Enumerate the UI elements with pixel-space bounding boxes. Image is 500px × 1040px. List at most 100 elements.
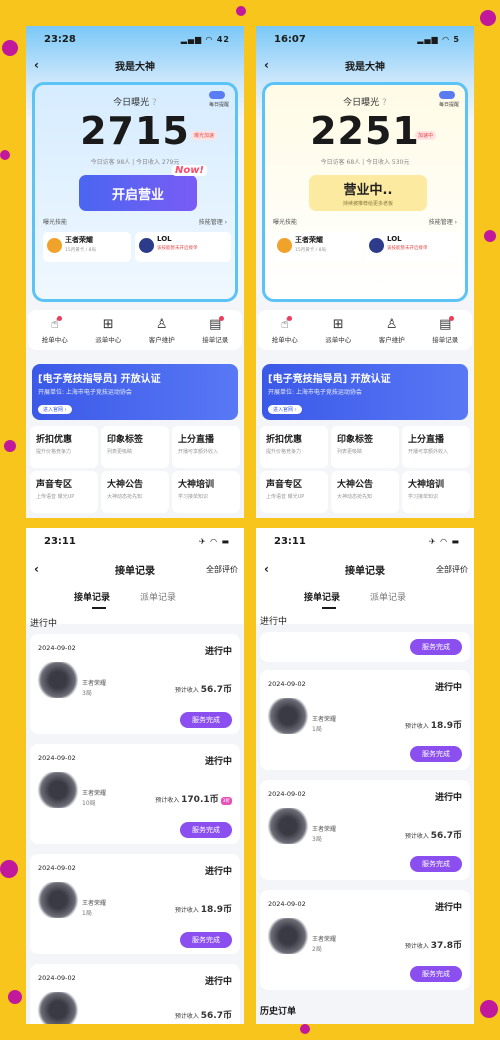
service-sub: 开播可享额外收入 (408, 449, 449, 455)
service-title: 上分直播 (178, 435, 215, 445)
service-complete-button[interactable]: 服务完成 (410, 856, 462, 872)
quick-records[interactable]: ▤ 接单记录 (190, 315, 240, 344)
order-card[interactable]: 服务完成 (260, 632, 470, 662)
order-card[interactable]: 2024-09-02 进行中 王者荣耀 3局 预计收入 56.7币 服务完成 (260, 780, 470, 880)
esports-banner[interactable]: [电子竞技指导员] 开放认证 开展单位: 上海市电子竞技运动协会 进入官网 › (32, 364, 238, 420)
skills-manage-link[interactable]: 技能管理 › (199, 217, 227, 226)
service-complete-button[interactable]: 服务完成 (180, 712, 232, 728)
order-card[interactable]: 2024-09-02 进行中 王者荣耀 3局 预计收入 56.7币 服务完成 (30, 634, 240, 734)
help-icon[interactable]: ? (382, 98, 387, 108)
skill-card-lol[interactable]: LOL 该技能暂未开启接单 (135, 232, 231, 262)
tab-underline (92, 607, 106, 609)
boost-pill[interactable]: 曝光加速 (191, 131, 218, 140)
service-sub: 开播可享额外收入 (178, 449, 219, 455)
banner-title: [电子竞技指导员] 开放认证 (38, 374, 161, 385)
tab-dispatch-records[interactable]: 派单记录 (370, 590, 406, 603)
nav-bar: ‹ 我是大神 (26, 54, 244, 76)
tap-icon: ☝ (51, 315, 62, 332)
income-value: 56.7币 (200, 1011, 232, 1021)
quick-customers[interactable]: ♙ 客户维护 (367, 317, 417, 344)
service-training[interactable]: 大神培训 学习接单知识 (402, 471, 470, 513)
order-status: 进行中 (204, 647, 232, 657)
tap-icon: ☝ (281, 315, 292, 332)
service-complete-button[interactable]: 服务完成 (180, 932, 232, 948)
quick-customers[interactable]: ♙ 客户维护 (137, 317, 187, 344)
esports-banner[interactable]: [电子竞技指导员] 开放认证 开展单位: 上海市电子竞技运动协会 进入官网 › (262, 364, 468, 420)
section-in-progress: 进行中 (30, 619, 58, 629)
record-icon: ▤ (209, 315, 225, 332)
tab-order-records[interactable]: 接单记录 (304, 590, 340, 603)
in-business-sub: 持续被推荐给更多老板 (342, 201, 393, 207)
skills-manage-link[interactable]: 技能管理 › (429, 217, 457, 226)
service-discount[interactable]: 折扣优惠 提升价格竞争力 (30, 426, 98, 468)
tab-dispatch-records[interactable]: 派单记录 (140, 590, 176, 603)
banner-button[interactable]: 进入官网 › (38, 405, 72, 414)
skill-card-lol[interactable]: LOL 该技能暂未开启接单 (365, 232, 461, 262)
service-voice[interactable]: 声音专区 上传语音 曝光UP (260, 471, 328, 513)
service-complete-button[interactable]: 服务完成 (410, 746, 462, 762)
banner-title: [电子竞技指导员] 开放认证 (268, 374, 391, 385)
decor-dot (4, 440, 16, 452)
quick-dispatch[interactable]: ⊞ 派单中心 (83, 317, 133, 344)
order-date: 2024-09-02 (268, 900, 306, 908)
service-live[interactable]: 上分直播开播可享额外收入 (172, 426, 240, 468)
service-sub: 大神动态抢先知 (337, 494, 373, 500)
service-complete-button[interactable]: 服务完成 (410, 639, 462, 655)
back-icon[interactable]: ‹ (264, 58, 269, 72)
order-card[interactable]: 2024-09-02 进行中 王者荣耀 1局 预计收入 18.9币 服务完成 (30, 854, 240, 954)
service-voice[interactable]: 声音专区 上传语音 曝光UP (30, 471, 98, 513)
back-icon[interactable]: ‹ (34, 58, 39, 72)
status-bar: 23:11 ✈ ◠ ▬ (26, 528, 244, 554)
quick-dispatch[interactable]: ⊞ 派单中心 (313, 317, 363, 344)
all-reviews-link[interactable]: 全部评价 (206, 564, 238, 575)
help-icon[interactable]: ? (152, 98, 157, 108)
income-value: 18.9币 (430, 721, 462, 731)
in-business-button[interactable]: 营业中.. 持续被推荐给更多老板 (309, 175, 427, 211)
skill-meta: 该技能暂未开启接单 (387, 246, 428, 251)
order-date: 2024-09-02 (38, 864, 76, 872)
order-card[interactable]: 2024-09-02 进行中 预计收入 56.7币 (30, 964, 240, 1024)
service-sub: 学习接单知识 (178, 494, 209, 500)
order-count: 10局 (82, 800, 96, 807)
quick-actions: ☝ 抢单中心 ⊞ 派单中心 ♙ 客户维护 ▤ 接单记录 (258, 310, 472, 350)
status-icons: ▂▄▆ ◠ 5 (417, 34, 460, 44)
banner-button[interactable]: 进入官网 › (268, 405, 302, 414)
back-icon[interactable]: ‹ (264, 562, 269, 576)
skill-card-wzry[interactable]: 王者荣耀 15月黄卡 / 8局 (43, 232, 131, 262)
decor-dot (0, 150, 10, 160)
tab-order-records[interactable]: 接单记录 (74, 590, 110, 603)
service-live[interactable]: 上分直播 开播可享额外收入 (402, 426, 470, 468)
quick-grab-orders[interactable]: ☝ 抢单中心 (30, 315, 80, 344)
screen-home-closed: 23:28 ▂▄▆ ◠ 42 ‹ 我是大神 每日提醒 今日曝光 ? 2715 曝光加… (26, 26, 244, 518)
back-icon[interactable]: ‹ (34, 562, 39, 576)
service-tags[interactable]: 印象标签 列表更吸睛 (101, 426, 169, 468)
order-card[interactable]: 2024-09-02 进行中 王者荣耀 2局 预计收入 37.8币 服务完成 (260, 890, 470, 990)
all-reviews-link[interactable]: 全部评价 (436, 564, 468, 575)
order-card[interactable]: 2024-09-02 进行中 王者荣耀 1局 预计收入 18.9币 服务完成 (260, 670, 470, 770)
quick-records[interactable]: ▤ 接单记录 (420, 315, 470, 344)
income-label: 预计收入 (174, 907, 199, 914)
order-date: 2024-09-02 (268, 680, 306, 688)
income-label: 预计收入 (404, 943, 429, 950)
quick-label: 接单记录 (202, 335, 229, 344)
skill-card-wzry[interactable]: 王者荣耀 15月黄卡 / 8局 (273, 232, 361, 262)
service-complete-button[interactable]: 服务完成 (410, 966, 462, 982)
order-date: 2024-09-02 (38, 644, 76, 652)
banner-sub: 开展单位: 上海市电子竞技运动协会 (38, 389, 132, 396)
service-complete-button[interactable]: 服务完成 (180, 822, 232, 838)
game-icon (47, 238, 62, 253)
open-business-button[interactable]: 开启营业 Now! (79, 165, 207, 211)
decor-dot (480, 1000, 498, 1018)
income-value: 170.1币 (181, 795, 219, 805)
service-announce[interactable]: 大神公告 大神动态抢先知 (101, 471, 169, 513)
boost-pill[interactable]: 加速中 (415, 131, 437, 140)
service-sub: 上传语音 曝光UP (266, 494, 305, 500)
service-training[interactable]: 大神培训 学习接单知识 (172, 471, 240, 513)
status-time: 23:11 (44, 535, 76, 547)
quick-grab-orders[interactable]: ☝ 抢单中心 (260, 315, 310, 344)
service-discount[interactable]: 折扣优惠 提升价格竞争力 (260, 426, 328, 468)
order-card[interactable]: 2024-09-02 进行中 王者荣耀 10局 预计收入 170.1币 3折 服务… (30, 744, 240, 844)
service-announce[interactable]: 大神公告 大神动态抢先知 (331, 471, 399, 513)
service-tags[interactable]: 印象标签 列表更吸睛 (331, 426, 399, 468)
skill-name: LOL (157, 235, 172, 243)
